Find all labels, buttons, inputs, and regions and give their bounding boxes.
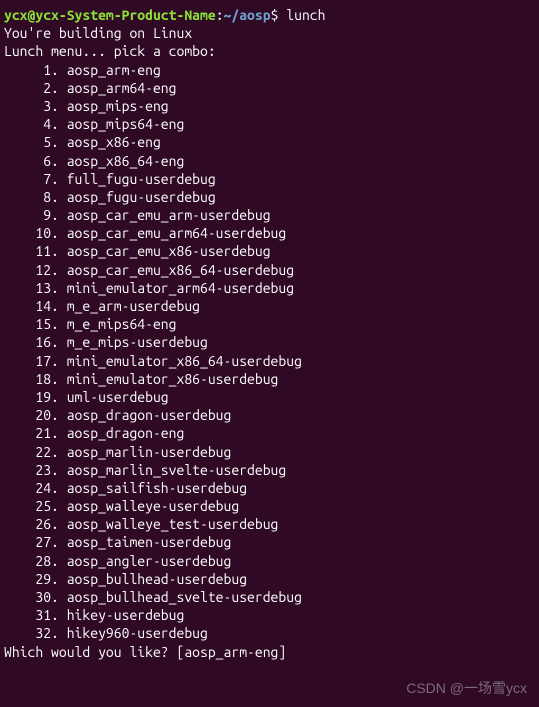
menu-header: Lunch menu... pick a combo:: [4, 42, 535, 60]
lunch-menu-list: 1. aosp_arm-eng 2. aosp_arm64-eng 3. aos…: [4, 61, 535, 643]
menu-item: 1. aosp_arm-eng: [4, 61, 535, 79]
menu-item: 9. aosp_car_emu_arm-userdebug: [4, 206, 535, 224]
menu-item: 27. aosp_taimen-userdebug: [4, 533, 535, 551]
menu-item: 11. aosp_car_emu_x86-userdebug: [4, 242, 535, 260]
menu-item: 24. aosp_sailfish-userdebug: [4, 479, 535, 497]
separator: :: [216, 7, 224, 23]
menu-item: 19. uml-userdebug: [4, 388, 535, 406]
menu-item: 17. mini_emulator_x86_64-userdebug: [4, 352, 535, 370]
menu-item: 12. aosp_car_emu_x86_64-userdebug: [4, 261, 535, 279]
menu-item: 22. aosp_marlin-userdebug: [4, 443, 535, 461]
building-line: You're building on Linux: [4, 24, 535, 42]
menu-item: 32. hikey960-userdebug: [4, 624, 535, 642]
menu-item: 23. aosp_marlin_svelte-userdebug: [4, 461, 535, 479]
menu-item: 4. aosp_mips64-eng: [4, 115, 535, 133]
input-prompt[interactable]: Which would you like? [aosp_arm-eng]: [4, 643, 535, 661]
menu-item: 20. aosp_dragon-userdebug: [4, 406, 535, 424]
menu-item: 29. aosp_bullhead-userdebug: [4, 570, 535, 588]
menu-item: 18. mini_emulator_x86-userdebug: [4, 370, 535, 388]
menu-item: 10. aosp_car_emu_arm64-userdebug: [4, 224, 535, 242]
menu-item: 13. mini_emulator_arm64-userdebug: [4, 279, 535, 297]
menu-item: 16. m_e_mips-userdebug: [4, 333, 535, 351]
input-prompt-text: Which would you like? [aosp_arm-eng]: [4, 644, 294, 660]
menu-item: 14. m_e_arm-userdebug: [4, 297, 535, 315]
menu-item: 15. m_e_mips64-eng: [4, 315, 535, 333]
current-path: ~/aosp: [224, 7, 271, 23]
command-text: lunch: [286, 7, 325, 23]
menu-item: 31. hikey-userdebug: [4, 606, 535, 624]
menu-item: 21. aosp_dragon-eng: [4, 424, 535, 442]
menu-item: 2. aosp_arm64-eng: [4, 79, 535, 97]
menu-item: 26. aosp_walleye_test-userdebug: [4, 515, 535, 533]
menu-item: 25. aosp_walleye-userdebug: [4, 497, 535, 515]
menu-item: 7. full_fugu-userdebug: [4, 170, 535, 188]
menu-item: 6. aosp_x86_64-eng: [4, 152, 535, 170]
watermark: CSDN @一场雪ycx: [406, 679, 527, 697]
menu-item: 30. aosp_bullhead_svelte-userdebug: [4, 588, 535, 606]
user-host: ycx@ycx-System-Product-Name: [4, 7, 216, 23]
dollar-sign: $: [271, 7, 287, 23]
menu-item: 8. aosp_fugu-userdebug: [4, 188, 535, 206]
menu-item: 3. aosp_mips-eng: [4, 97, 535, 115]
menu-item: 5. aosp_x86-eng: [4, 133, 535, 151]
prompt-line: ycx@ycx-System-Product-Name:~/aosp$ lunc…: [4, 6, 535, 24]
menu-item: 28. aosp_angler-userdebug: [4, 552, 535, 570]
